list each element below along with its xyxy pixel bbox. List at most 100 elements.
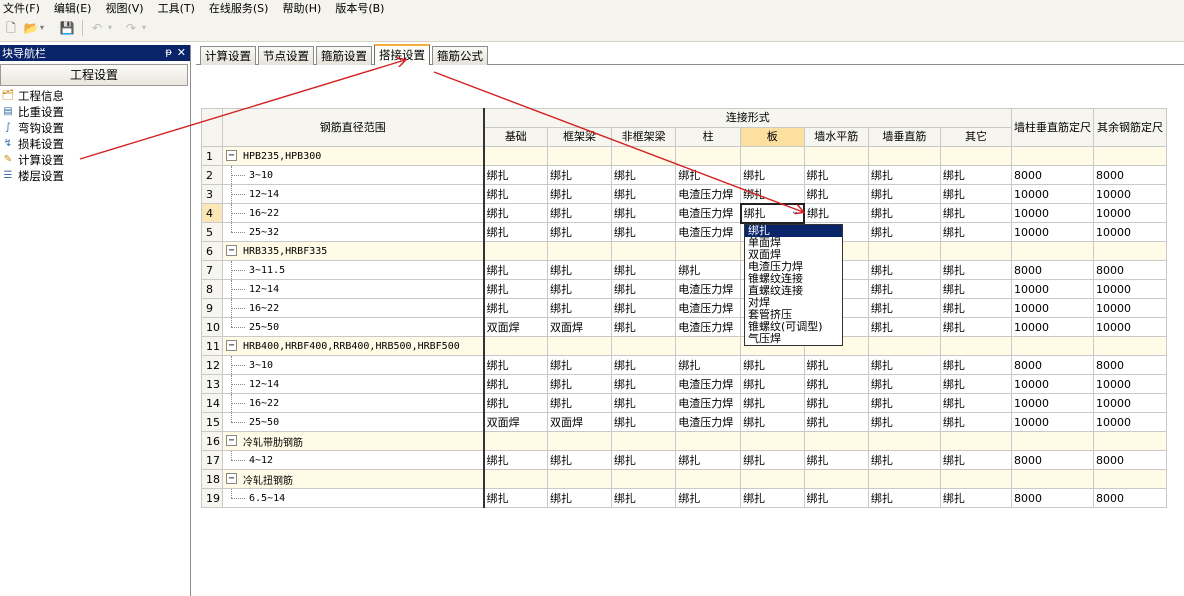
grid-cell[interactable]: 绑扎: [547, 298, 612, 318]
grid-cell[interactable]: 绑扎: [740, 184, 805, 204]
grid-cell[interactable]: 绑扎: [547, 393, 612, 413]
grid-cell[interactable]: 双面焊: [547, 317, 612, 337]
grid-cell[interactable]: 10000: [1011, 203, 1095, 223]
grid-cell[interactable]: 绑扎: [803, 203, 869, 223]
grid-cell[interactable]: [547, 431, 612, 451]
grid-cell[interactable]: 绑扎: [867, 165, 941, 185]
tab[interactable]: 搭接设置: [374, 44, 430, 65]
nav-item[interactable]: ▤ 比重设置: [0, 104, 190, 120]
grid-cell[interactable]: 绑扎: [610, 260, 677, 280]
grid-cell[interactable]: 10000: [1093, 222, 1167, 242]
grid-cell[interactable]: [867, 241, 941, 261]
grid-cell[interactable]: [610, 146, 677, 166]
dropdown-option[interactable]: 绑扎: [745, 225, 842, 237]
grid-cell[interactable]: 绑扎: [547, 450, 612, 470]
grid-cell[interactable]: 绑扎: [610, 279, 677, 299]
tab[interactable]: 箍筋设置: [316, 46, 372, 65]
grid-cell[interactable]: 10000: [1093, 203, 1167, 223]
grid-cell[interactable]: 绑扎: [939, 355, 1013, 375]
grid-cell[interactable]: 绑扎: [803, 450, 869, 470]
grid-cell[interactable]: 10000: [1011, 412, 1095, 432]
open-folder-icon[interactable]: 📂: [22, 19, 40, 37]
grid-cell[interactable]: 8000: [1011, 165, 1095, 185]
nav-item[interactable]: 🗂 工程信息: [0, 88, 190, 104]
grid-cell[interactable]: 绑扎: [610, 317, 677, 337]
grid-cell[interactable]: 绑扎: [610, 222, 677, 242]
grid-cell[interactable]: [939, 431, 1013, 451]
dropdown-option[interactable]: 直螺纹连接: [745, 285, 842, 297]
grid-cell[interactable]: [675, 336, 742, 356]
grid-cell[interactable]: [482, 336, 549, 356]
grid-cell[interactable]: 绑扎: [939, 450, 1013, 470]
grid-cell[interactable]: 绑扎: [939, 298, 1013, 318]
tab[interactable]: 计算设置: [200, 46, 256, 65]
grid-cell[interactable]: 绑扎: [610, 355, 677, 375]
grid-cell[interactable]: [547, 146, 612, 166]
chevron-down-icon[interactable]: ▾: [142, 19, 146, 37]
menu-item[interactable]: 文件(F): [3, 0, 40, 16]
grid-cell[interactable]: 10000: [1093, 412, 1167, 432]
grid-cell[interactable]: 绑扎: [610, 450, 677, 470]
grid-cell[interactable]: 绑扎: [803, 374, 869, 394]
grid-cell[interactable]: [675, 431, 742, 451]
grid-cell[interactable]: 双面焊: [482, 412, 549, 432]
grid-cell[interactable]: 10000: [1011, 184, 1095, 204]
grid-cell[interactable]: [1093, 469, 1167, 489]
grid-cell[interactable]: [1011, 241, 1095, 261]
grid-cell[interactable]: 10000: [1093, 298, 1167, 318]
grid-cell[interactable]: 绑扎: [803, 393, 869, 413]
grid-cell[interactable]: 绑扎: [547, 374, 612, 394]
grid-cell[interactable]: 8000: [1093, 165, 1167, 185]
grid-cell[interactable]: [803, 146, 869, 166]
grid-cell[interactable]: 绑扎: [740, 355, 805, 375]
grid-cell[interactable]: [1093, 146, 1167, 166]
grid-cell[interactable]: 绑扎: [867, 317, 941, 337]
grid-cell[interactable]: 绑扎: [547, 203, 612, 223]
grid-cell[interactable]: [939, 469, 1013, 489]
grid-cell[interactable]: 绑扎: [939, 374, 1013, 394]
chevron-down-icon[interactable]: ⌄: [791, 206, 799, 217]
collapse-icon[interactable]: −: [226, 340, 237, 351]
grid-cell[interactable]: 绑扎: [803, 488, 869, 508]
grid-cell[interactable]: [610, 336, 677, 356]
grid-cell[interactable]: 10000: [1011, 317, 1095, 337]
grid-cell[interactable]: 绑扎: [939, 184, 1013, 204]
grid-cell[interactable]: [675, 469, 742, 489]
dropdown-option[interactable]: 双面焊: [745, 249, 842, 261]
grid-cell[interactable]: 绑扎: [482, 203, 549, 223]
nav-item[interactable]: ☰ 楼层设置: [0, 168, 190, 184]
grid-cell[interactable]: 绑扎: [675, 260, 742, 280]
grid-cell[interactable]: 绑扎: [939, 412, 1013, 432]
grid-cell[interactable]: 绑扎: [867, 355, 941, 375]
grid-cell[interactable]: 8000: [1093, 355, 1167, 375]
menu-item[interactable]: 在线服务(S): [209, 0, 269, 16]
grid-cell[interactable]: [803, 431, 869, 451]
dropdown-option[interactable]: 单面焊: [745, 237, 842, 249]
grid-cell[interactable]: [610, 241, 677, 261]
grid-cell[interactable]: [547, 336, 612, 356]
grid-cell[interactable]: 绑扎: [482, 298, 549, 318]
grid-cell[interactable]: 绑扎: [939, 279, 1013, 299]
grid-cell[interactable]: 8000: [1011, 260, 1095, 280]
grid-cell[interactable]: 绑扎: [482, 222, 549, 242]
grid-cell[interactable]: 8000: [1093, 488, 1167, 508]
grid-cell[interactable]: 绑扎: [610, 184, 677, 204]
grid-cell[interactable]: 10000: [1093, 317, 1167, 337]
grid-cell[interactable]: 绑扎: [675, 355, 742, 375]
grid-cell[interactable]: 绑扎: [675, 488, 742, 508]
grid-cell[interactable]: 绑扎: [939, 317, 1013, 337]
grid-cell[interactable]: 绑扎: [740, 393, 805, 413]
grid-cell[interactable]: 绑扎: [867, 374, 941, 394]
grid-cell[interactable]: 绑扎: [867, 184, 941, 204]
grid-cell[interactable]: 电渣压力焊: [675, 317, 742, 337]
grid-cell[interactable]: 绑扎: [939, 165, 1013, 185]
grid-cell[interactable]: 10000: [1093, 279, 1167, 299]
grid-cell[interactable]: 双面焊: [482, 317, 549, 337]
grid-cell[interactable]: 绑扎: [482, 450, 549, 470]
nav-item[interactable]: ✎ 计算设置: [0, 152, 190, 168]
grid-cell[interactable]: [610, 431, 677, 451]
grid-cell[interactable]: 绑扎: [547, 279, 612, 299]
grid-cell[interactable]: [675, 241, 742, 261]
chevron-down-icon[interactable]: ▾: [108, 19, 112, 37]
chevron-down-icon[interactable]: ▾: [40, 19, 44, 37]
